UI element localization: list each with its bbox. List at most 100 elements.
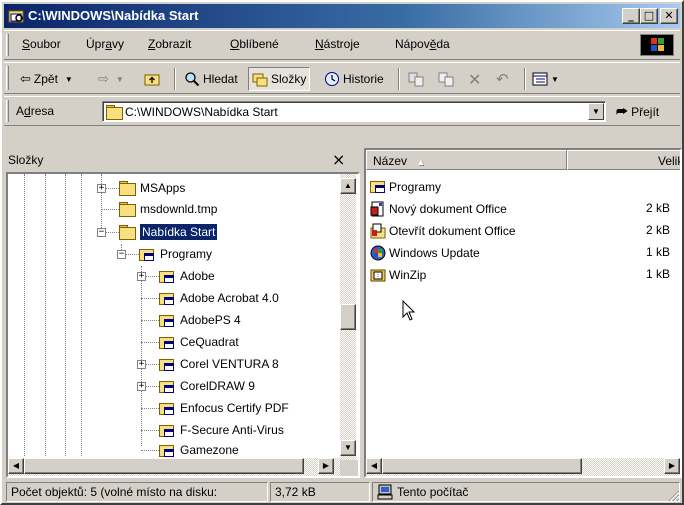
tree-scroll-thumb[interactable] [340,304,356,330]
program-group-icon [159,357,175,372]
folder-icon [119,202,136,217]
toolbar-grip[interactable] [6,66,9,90]
tree-item-msdownld[interactable]: msdownld.tmp [119,199,217,219]
forward-dropdown-icon[interactable]: ▼ [116,75,124,84]
list-item-otevrit-dokument[interactable]: Otevřít dokument Office 2 kB [370,220,680,241]
tree-line [141,266,142,446]
back-label: Zpět [33,72,58,86]
tree-scroll-up-button[interactable]: ▲ [340,178,356,194]
history-button[interactable]: Historie [324,67,384,91]
list-item-programy[interactable]: Programy [370,176,441,197]
folders-button[interactable]: Složky [248,67,311,91]
folder-icon [119,181,136,196]
back-button[interactable]: ⇦ Zpět ▼ [20,67,73,91]
office-new-document-icon [370,201,384,216]
program-group-icon [159,423,175,438]
collapse-nabidka-start[interactable]: − [97,228,106,237]
tree-item-cequadrat[interactable]: CeQuadrat [159,332,239,352]
tree-line [141,408,159,409]
undo-button[interactable]: ↶ [496,67,509,91]
expand-corel-ventura[interactable]: + [137,360,146,369]
tree-scroll-down-button[interactable]: ▼ [340,440,356,456]
tree-item-label: MSApps [140,181,186,195]
program-group-icon [159,335,175,350]
forward-button[interactable]: ⇨ ▼ [98,67,124,91]
views-button[interactable]: ▼ [532,67,559,91]
program-group-icon [370,179,386,194]
tree-line [65,174,66,456]
address-input[interactable]: C:\WINDOWS\Nabídka Start ▼ [102,101,606,122]
up-folder-icon [144,74,160,86]
tree-item-enfocus[interactable]: Enfocus Certify PDF [159,398,289,418]
tree-item-coreldraw[interactable]: CorelDRAW 9 [159,376,255,396]
title-bar[interactable]: C:\WINDOWS\Nabídka Start _ □ ✕ [4,4,680,28]
menu-napoveda[interactable]: Nápověda [395,37,450,51]
tree-scroll-right-button[interactable]: ▶ [318,458,334,474]
folders-pane-header: Složky × [6,150,356,172]
search-button[interactable]: Hledat [184,67,238,91]
menu-upravy[interactable]: Úpravy [86,37,124,51]
tree-item-programy[interactable]: Programy [139,244,212,264]
expand-coreldraw[interactable]: + [137,382,146,391]
list-item-novy-dokument[interactable]: Nový dokument Office 2 kB [370,198,680,219]
tree-scroll-left-button[interactable]: ◀ [8,458,24,474]
move-to-button[interactable] [408,67,424,91]
list-item-winzip[interactable]: WinZip 1 kB [370,264,680,285]
undo-icon: ↶ [496,70,509,88]
close-button[interactable]: ✕ [660,8,678,24]
tree-item-label: Gamezone [180,443,239,457]
up-folder-button[interactable] [144,67,160,91]
go-button[interactable]: ⮫ Přejít [616,100,659,124]
back-dropdown-icon[interactable]: ▼ [65,75,73,84]
tree-item-fsecure[interactable]: F-Secure Anti-Virus [159,420,284,440]
delete-button[interactable]: ✕ [468,67,481,91]
list-item-windows-update[interactable]: Windows Update 1 kB [370,242,680,263]
tree-line [101,209,121,210]
tree-item-msapps[interactable]: MSApps [119,178,185,198]
tree-item-adobeps[interactable]: AdobePS 4 [159,310,241,330]
tree-item-label: AdobePS 4 [180,313,241,327]
copy-to-button[interactable] [438,67,454,91]
views-dropdown-icon[interactable]: ▼ [551,75,559,84]
program-group-icon [159,443,175,458]
file-list[interactable]: Název ▲ Velikos Programy Nový dokument O… [364,148,682,478]
tree-hscroll-thumb[interactable] [24,458,304,474]
collapse-programy[interactable]: − [117,250,126,259]
menu-zobrazit[interactable]: Zobrazit [148,37,191,51]
list-scroll-right-button[interactable]: ▶ [664,458,680,474]
tree-line [45,174,46,456]
menu-grip[interactable] [6,34,9,56]
tree-item-nabidka-start[interactable]: Nabídka Start [119,222,219,242]
window-title: C:\WINDOWS\Nabídka Start [28,8,199,23]
tree-item-adobe-acrobat[interactable]: Adobe Acrobat 4.0 [159,288,279,308]
tree-line [141,298,159,299]
column-header-name[interactable]: Název ▲ [366,150,567,170]
scroll-corner [340,460,358,476]
expand-msapps[interactable]: + [97,184,106,193]
toolbar-separator [174,68,176,90]
address-dropdown-button[interactable]: ▼ [588,103,604,120]
tree-item-adobe[interactable]: Adobe [159,266,215,286]
folders-pane-close-button[interactable]: × [332,150,345,169]
menu-nastroje[interactable]: Nástroje [315,37,360,51]
folders-tree[interactable]: + MSApps msdownld.tmp − Nabídka Start − … [6,172,360,478]
list-hscroll-thumb[interactable] [382,458,582,474]
windows-update-icon [370,245,386,260]
sort-ascending-icon: ▲ [416,157,426,167]
column-header-size[interactable]: Velikos [567,150,680,170]
maximize-button[interactable]: □ [640,8,658,24]
folders-pane-title: Složky [8,153,44,167]
column-header-size-label: Velikos [658,154,680,168]
expand-adobe[interactable]: + [137,272,146,281]
menu-soubor[interactable]: Soubor [22,37,61,51]
tree-item-corel-ventura[interactable]: Corel VENTURA 8 [159,354,279,374]
address-grip[interactable] [6,100,9,122]
office-open-document-icon [370,223,386,238]
list-scroll-left-button[interactable]: ◀ [366,458,382,474]
list-item-size: 1 kB [646,245,671,259]
resize-grip-icon[interactable] [666,488,680,502]
minimize-button[interactable]: _ [622,8,640,24]
tree-item-label: Corel VENTURA 8 [180,357,279,371]
tree-item-gamezone[interactable]: Gamezone [159,440,239,460]
menu-oblibene[interactable]: Oblíbené [230,37,279,51]
